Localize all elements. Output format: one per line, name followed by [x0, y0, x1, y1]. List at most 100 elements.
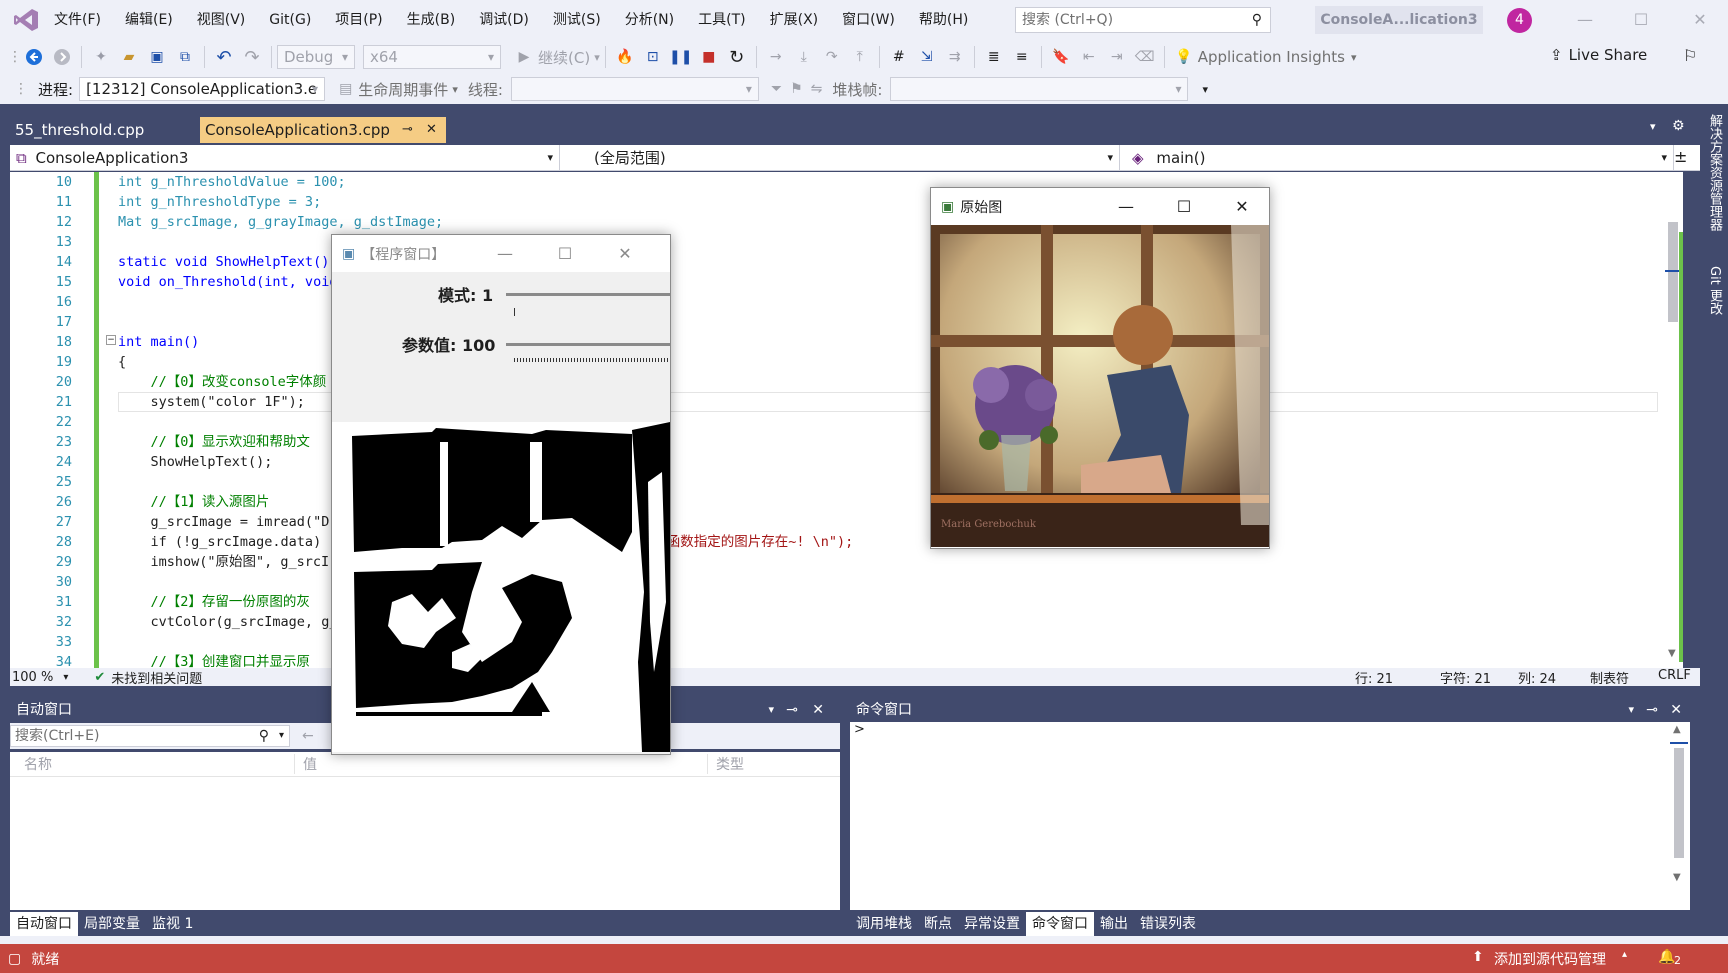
continue-button[interactable]: 继续(C) [538, 47, 590, 68]
comment-icon[interactable]: ≣ [983, 46, 1005, 68]
play-icon[interactable]: ▶ [513, 46, 535, 68]
back-icon[interactable] [23, 46, 45, 68]
save-all-icon[interactable]: ⧉ [174, 46, 196, 68]
step-out-icon[interactable]: ⤒ [849, 46, 871, 68]
code-editor[interactable]: 10 11 12 13 14 15 16 17 18 19 20 21 22 23 24 25 26 27 28 29… [10, 172, 1665, 668]
tab-watch-1[interactable]: 监视 1 [146, 912, 199, 936]
tab-list-icon[interactable]: ▾ [1650, 120, 1656, 133]
program-window[interactable]: ▣ 【程序窗口】 — ☐ ✕ 模式: 1 参数值: 100 [331, 234, 671, 755]
lifecycle-events-button[interactable]: 生命周期事件 [358, 79, 448, 100]
char-indicator[interactable]: 字符: 21 [1440, 668, 1491, 687]
collapse-icon[interactable]: − [106, 335, 116, 345]
show-next-statement-icon[interactable]: → [765, 46, 787, 68]
close-icon[interactable]: ✕ [1219, 188, 1265, 225]
minimize-icon[interactable]: — [1570, 8, 1600, 32]
issues-status[interactable]: 未找到相关问题 [111, 668, 202, 687]
tab-breakpoints[interactable]: 断点 [918, 912, 958, 936]
col-indicator[interactable]: 列: 24 [1518, 668, 1556, 687]
original-image-window[interactable]: ▣ 原始图 — ☐ ✕ Maria Gerebochuk [930, 187, 1270, 549]
stack-frame-dropdown[interactable] [890, 77, 1189, 101]
flag-thread-icon[interactable]: ⚑ [790, 81, 803, 97]
chevron-down-icon[interactable]: ▾ [452, 83, 458, 96]
mode-trackbar[interactable] [506, 293, 670, 296]
step-over-icon[interactable]: ↷ [821, 46, 843, 68]
line-indicator[interactable]: 行: 21 [1355, 668, 1393, 687]
avatar[interactable]: 4 [1507, 8, 1532, 33]
member-dropdown[interactable]: ◈ main() ▾ [1126, 145, 1674, 171]
tab-exception-settings[interactable]: 异常设置 [958, 912, 1026, 936]
tab-locals[interactable]: 局部变量 [78, 912, 146, 936]
menu-project[interactable]: 项目(P) [323, 0, 394, 40]
auto-search-input[interactable]: 搜索(Ctrl+E) ⚲ ▾ [10, 725, 290, 747]
restart-icon[interactable]: ↻ [726, 46, 748, 68]
filter-icon[interactable]: ⏷ [771, 81, 782, 97]
undo-icon[interactable]: ↶ [213, 46, 235, 68]
hex-icon[interactable]: # [888, 46, 910, 68]
forward-icon[interactable] [51, 46, 73, 68]
redo-icon[interactable]: ↷ [241, 46, 263, 68]
thread-icon[interactable]: ⇲ [916, 46, 938, 68]
stop-icon[interactable]: ■ [698, 46, 720, 68]
menu-analyze[interactable]: 分析(N) [613, 0, 686, 40]
chevron-up-icon[interactable]: ▴ [1622, 949, 1627, 960]
eol-indicator[interactable]: CRLF [1658, 668, 1691, 683]
tab-error-list[interactable]: 错误列表 [1134, 912, 1202, 936]
back-icon[interactable]: ← [302, 728, 314, 744]
column-header-name[interactable]: 名称 [10, 754, 295, 774]
config-dropdown[interactable]: Debug [277, 45, 355, 69]
process-dropdown[interactable]: [12312] ConsoleApplication3.e [79, 77, 326, 101]
diagnostic-icon[interactable]: ⊡ [642, 46, 664, 68]
chevron-down-icon[interactable]: ▾ [1351, 51, 1357, 64]
minimize-icon[interactable]: — [482, 235, 528, 272]
scroll-down-icon[interactable]: ▼ [1673, 872, 1681, 883]
mode-trackbar-thumb[interactable] [514, 308, 515, 316]
menu-test[interactable]: 测试(S) [541, 0, 613, 40]
menu-build[interactable]: 生成(B) [395, 0, 468, 40]
tab-consoleapplication3-cpp[interactable]: ConsoleApplication3.cpp ⊸ ✕ [200, 117, 446, 143]
menu-debug[interactable]: 调试(D) [467, 0, 541, 40]
menu-git[interactable]: Git(G) [257, 0, 323, 40]
toolbar-overflow-icon[interactable]: ▾ [1202, 83, 1208, 96]
minimize-icon[interactable]: — [1103, 188, 1149, 225]
close-icon[interactable]: ✕ [812, 697, 824, 723]
step-into-icon[interactable]: ⤓ [793, 46, 815, 68]
pause-icon[interactable]: ❚❚ [669, 46, 692, 68]
auto-window-grid[interactable]: 名称 值 类型 [10, 752, 840, 910]
zoom-level[interactable]: 100 % [12, 670, 53, 685]
menu-help[interactable]: 帮助(H) [907, 0, 980, 40]
param-trackbar[interactable] [506, 343, 670, 346]
search-input[interactable]: 搜索 (Ctrl+Q) ⚲ [1015, 7, 1271, 33]
chevron-down-icon[interactable]: ▾ [63, 672, 68, 683]
menu-extensions[interactable]: 扩展(X) [758, 0, 831, 40]
project-dropdown[interactable]: ⧉ ConsoleApplication3 ▾ [10, 145, 560, 171]
maximize-icon[interactable]: ☐ [1626, 8, 1656, 32]
solution-explorer-tab[interactable]: 解决方案资源管理器 [1705, 114, 1724, 244]
close-tab-icon[interactable]: ✕ [426, 117, 437, 143]
vertical-scrollbar[interactable]: ▼ [1665, 172, 1683, 668]
column-header-type[interactable]: 类型 [708, 754, 744, 774]
scroll-thumb[interactable] [1674, 748, 1684, 858]
scroll-down-icon[interactable]: ▼ [1668, 648, 1676, 659]
new-project-icon[interactable]: ✦ [90, 46, 112, 68]
menu-window[interactable]: 窗口(W) [830, 0, 907, 40]
prev-bookmark-icon[interactable]: ⇤ [1078, 46, 1100, 68]
tab-command-window[interactable]: 命令窗口 [1026, 912, 1094, 936]
open-file-icon[interactable]: ▰ [118, 46, 140, 68]
save-icon[interactable]: ▣ [146, 46, 168, 68]
maximize-icon[interactable]: ☐ [1161, 188, 1207, 225]
add-source-control-button[interactable]: 添加到源代码管理 [1494, 949, 1606, 969]
indent-indicator[interactable]: 制表符 [1590, 668, 1629, 687]
notification-icon[interactable]: 🔔 [1658, 949, 1675, 965]
tab-threshold-cpp[interactable]: 55_threshold.cpp [10, 117, 200, 143]
split-icon[interactable]: ± [1674, 147, 1687, 166]
show-threads-icon[interactable]: ⇋ [811, 81, 823, 97]
scope-dropdown[interactable]: (全局范围) ▾ [568, 145, 1120, 171]
column-header-value[interactable]: 值 [295, 754, 708, 774]
feedback-icon[interactable]: ⚐ [1683, 46, 1697, 65]
close-icon[interactable]: ✕ [602, 235, 648, 272]
command-window-body[interactable]: > ▲ ▼ [850, 722, 1690, 910]
thread-dropdown[interactable] [510, 77, 759, 101]
chevron-down-icon[interactable]: ▾ [279, 726, 284, 746]
close-icon[interactable]: ✕ [1670, 697, 1682, 723]
next-bookmark-icon[interactable]: ⇥ [1106, 46, 1128, 68]
